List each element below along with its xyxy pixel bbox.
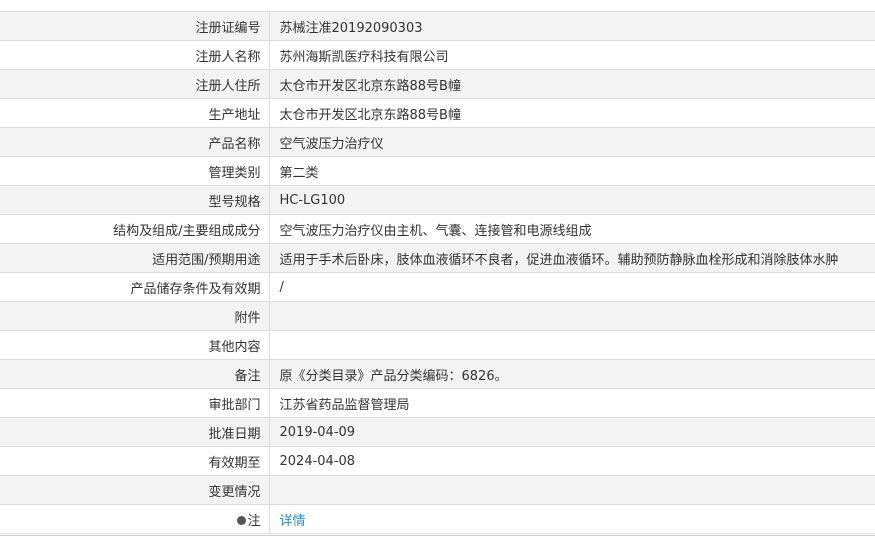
row-value-storage-validity: / xyxy=(269,272,875,302)
row-label-note: 注 xyxy=(0,504,270,534)
row-value-other-content xyxy=(269,330,875,360)
row-value-structure-composition: 空气波压力治疗仪由主机、气囊、连接管和电源线组成 xyxy=(269,214,875,244)
row-label-storage-validity: 产品储存条件及有效期 xyxy=(0,272,270,302)
table-row: 备注 原《分类目录》产品分类编码：6826。 xyxy=(0,359,875,389)
row-label-approval-date: 批准日期 xyxy=(0,417,270,447)
row-label-remarks: 备注 xyxy=(0,359,270,389)
table-row: 变更情况 xyxy=(0,475,875,505)
row-value-change-status xyxy=(269,475,875,505)
row-label-structure-composition: 结构及组成/主要组成成分 xyxy=(0,214,270,244)
table-row: 型号规格 HC-LG100 xyxy=(0,185,875,215)
row-label-valid-until: 有效期至 xyxy=(0,446,270,476)
table-row-note: 注 详情 xyxy=(0,504,875,534)
row-label-change-status: 变更情况 xyxy=(0,475,270,505)
row-value-valid-until: 2024-04-08 xyxy=(269,446,875,476)
registration-info-table: 注册证编号 苏械注准20192090303 注册人名称 苏州海斯凯医疗科技有限公… xyxy=(0,12,875,534)
table-row: 管理类别 第二类 xyxy=(0,156,875,186)
row-label-intended-use: 适用范围/预期用途 xyxy=(0,243,270,273)
row-label-production-address: 生产地址 xyxy=(0,98,270,128)
registration-detail-page: 注册证编号 苏械注准20192090303 注册人名称 苏州海斯凯医疗科技有限公… xyxy=(0,0,875,551)
details-link[interactable]: 详情 xyxy=(280,514,306,529)
row-label-registrant-name: 注册人名称 xyxy=(0,40,270,70)
row-value-registrant-address: 太仓市开发区北京东路88号B幢 xyxy=(269,69,875,99)
row-value-approval-date: 2019-04-09 xyxy=(269,417,875,447)
note-label: 注 xyxy=(247,513,261,529)
table-row: 结构及组成/主要组成成分 空气波压力治疗仪由主机、气囊、连接管和电源线组成 xyxy=(0,214,875,244)
row-value-model-spec: HC-LG100 xyxy=(269,185,875,215)
table-row: 注册证编号 苏械注准20192090303 xyxy=(0,12,875,41)
row-label-registration-no: 注册证编号 xyxy=(0,12,270,41)
table-row: 注册人名称 苏州海斯凯医疗科技有限公司 xyxy=(0,40,875,70)
table-row: 附件 xyxy=(0,301,875,331)
table-row: 注册人住所 太仓市开发区北京东路88号B幢 xyxy=(0,69,875,99)
table-row: 生产地址 太仓市开发区北京东路88号B幢 xyxy=(0,98,875,128)
table-row: 产品储存条件及有效期 / xyxy=(0,272,875,302)
row-value-remarks: 原《分类目录》产品分类编码：6826。 xyxy=(269,359,875,389)
top-divider xyxy=(0,0,875,12)
row-label-attachments: 附件 xyxy=(0,301,270,331)
row-value-management-class: 第二类 xyxy=(269,156,875,186)
row-label-registrant-address: 注册人住所 xyxy=(0,69,270,99)
table-row: 有效期至 2024-04-08 xyxy=(0,446,875,476)
row-value-intended-use: 适用于手术后卧床，肢体血液循环不良者，促进血液循环。辅助预防静脉血栓形成和消除肢… xyxy=(269,243,875,273)
bottom-divider xyxy=(0,535,875,551)
table-row: 适用范围/预期用途 适用于手术后卧床，肢体血液循环不良者，促进血液循环。辅助预防… xyxy=(0,243,875,273)
table-row: 其他内容 xyxy=(0,330,875,360)
row-value-registrant-name: 苏州海斯凯医疗科技有限公司 xyxy=(269,40,875,70)
row-value-product-name: 空气波压力治疗仪 xyxy=(269,127,875,157)
pin-icon xyxy=(237,515,247,525)
row-label-management-class: 管理类别 xyxy=(0,156,270,186)
table-row: 批准日期 2019-04-09 xyxy=(0,417,875,447)
row-label-model-spec: 型号规格 xyxy=(0,185,270,215)
row-value-approval-dept: 江苏省药品监督管理局 xyxy=(269,388,875,418)
table-row: 审批部门 江苏省药品监督管理局 xyxy=(0,388,875,418)
table-row: 产品名称 空气波压力治疗仪 xyxy=(0,127,875,157)
row-label-approval-dept: 审批部门 xyxy=(0,388,270,418)
row-value-registration-no: 苏械注准20192090303 xyxy=(269,12,875,41)
row-label-other-content: 其他内容 xyxy=(0,330,270,360)
row-value-attachments xyxy=(269,301,875,331)
row-value-note: 详情 xyxy=(269,504,875,534)
row-label-product-name: 产品名称 xyxy=(0,127,270,157)
row-value-production-address: 太仓市开发区北京东路88号B幢 xyxy=(269,98,875,128)
